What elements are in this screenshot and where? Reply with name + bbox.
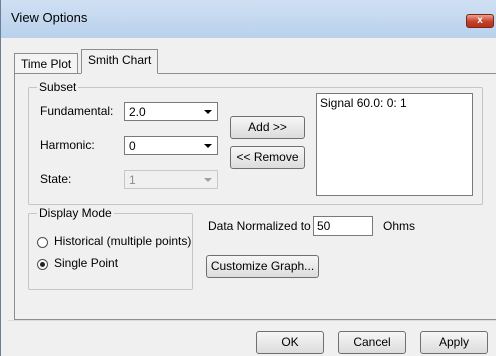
subset-legend: Subset [37,80,79,94]
chevron-down-icon[interactable] [199,137,217,154]
signal-list[interactable]: Signal 60.0: 0: 1 [316,93,473,196]
chevron-down-icon[interactable] [199,103,217,120]
ohms-label: Ohms [383,219,416,233]
fundamental-select[interactable]: 2.0 [124,102,218,121]
ok-button[interactable]: OK [256,331,324,354]
state-select[interactable]: 1 [124,170,218,189]
single-point-radio[interactable] [37,259,48,270]
chevron-down-icon [199,171,217,188]
state-label: State: [40,172,72,186]
remove-button[interactable]: << Remove [230,146,305,169]
cancel-button[interactable]: Cancel [338,331,406,354]
normalized-label: Data Normalized to [208,219,311,233]
list-item[interactable]: Signal 60.0: 0: 1 [320,96,407,110]
tab-time-plot[interactable]: Time Plot [14,53,79,73]
single-point-label: Single Point [54,256,119,270]
harmonic-select[interactable]: 0 [124,136,218,155]
footer-divider [8,320,496,321]
fundamental-label: Fundamental: [40,104,114,118]
display-mode-group: Display Mode [28,206,193,290]
historical-radio[interactable] [37,237,48,248]
normalization-input[interactable]: 50 [313,216,373,236]
display-mode-legend: Display Mode [37,206,114,220]
add-button[interactable]: Add >> [230,116,305,139]
historical-label: Historical (multiple points) [54,234,192,248]
close-button[interactable]: x [466,14,494,28]
harmonic-value: 0 [129,139,136,153]
normalization-value: 50 [317,219,331,233]
close-icon: x [477,15,483,26]
tab-smith-chart[interactable]: Smith Chart [81,49,159,74]
window-title: View Options [11,10,88,25]
customize-graph-button[interactable]: Customize Graph... [206,255,319,278]
apply-button[interactable]: Apply [420,331,488,354]
title-bar: View Options x [1,0,496,38]
state-value: 1 [129,173,136,187]
harmonic-label: Harmonic: [40,138,95,152]
fundamental-value: 2.0 [129,105,146,119]
